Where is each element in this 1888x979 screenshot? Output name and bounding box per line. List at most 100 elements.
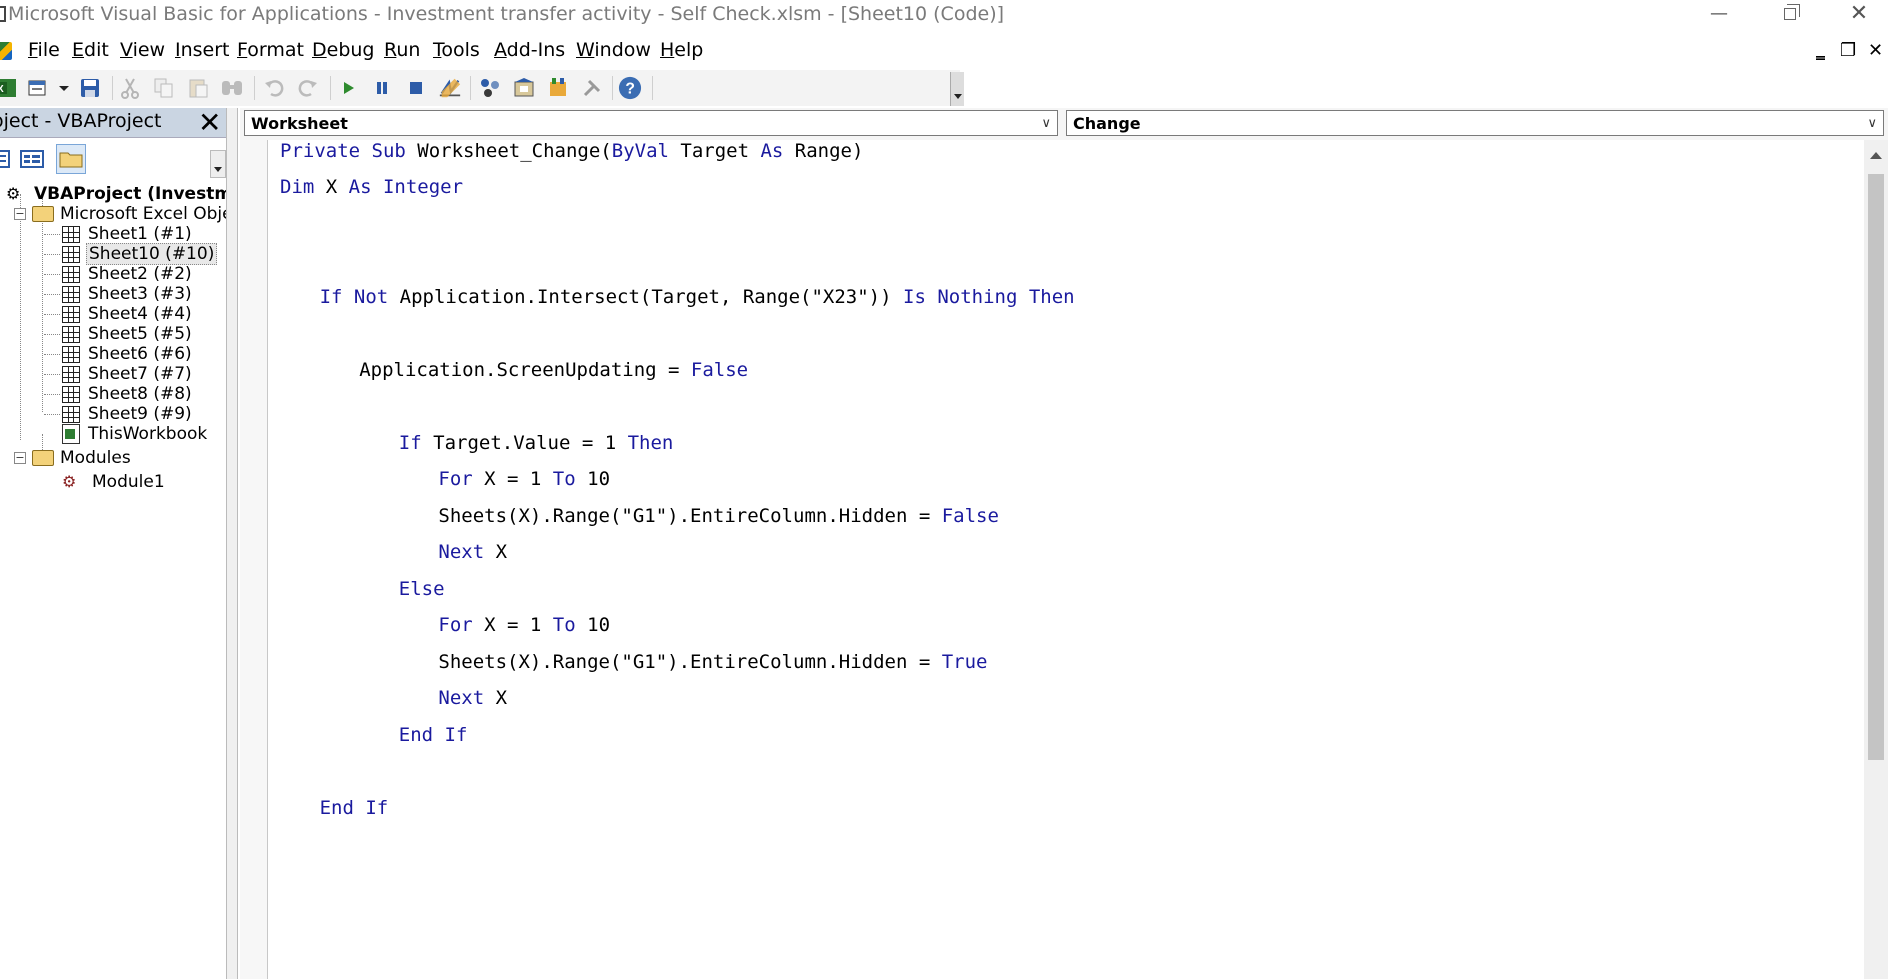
code-text: 10 xyxy=(575,468,611,490)
code-line[interactable]: Application.ScreenUpdating = False xyxy=(359,359,748,381)
worksheet-icon xyxy=(62,225,80,243)
run-icon[interactable] xyxy=(336,76,360,100)
menu-accelerator: E xyxy=(72,39,85,61)
menu-debug[interactable]: Debug xyxy=(312,39,375,61)
code-editor[interactable]: Private Sub Worksheet_Change(ByVal Targe… xyxy=(268,140,1864,979)
collapse-icon[interactable]: − xyxy=(14,452,26,464)
tree-item-modules[interactable]: − Modules xyxy=(14,446,133,470)
copy-icon[interactable] xyxy=(152,76,176,100)
folder-icon xyxy=(32,206,54,222)
code-line[interactable]: If Target.Value = 1 Then xyxy=(399,432,674,454)
menu-accelerator: R xyxy=(384,39,397,61)
excel-icon[interactable]: X xyxy=(0,76,18,100)
menu-tools[interactable]: Tools xyxy=(433,39,480,61)
paste-icon[interactable] xyxy=(186,76,210,100)
find-icon[interactable] xyxy=(220,76,244,100)
toggle-folders-button[interactable] xyxy=(56,144,86,174)
code-line[interactable]: Sheets(X).Range("G1").EntireColumn.Hidde… xyxy=(438,505,999,527)
close-icon: ✕ xyxy=(1849,1,1869,26)
tree-item-label: Sheet4 (#4) xyxy=(88,304,192,324)
code-text: X xyxy=(314,176,349,198)
project-explorer-title: oject - VBAProject xyxy=(0,110,162,132)
code-keyword: As xyxy=(760,140,784,162)
object-combo[interactable]: Worksheet ∨ xyxy=(244,110,1058,136)
code-line[interactable]: Next X xyxy=(438,541,507,563)
menu-insert[interactable]: Insert xyxy=(175,39,230,61)
code-margin-indicator-bar[interactable] xyxy=(240,140,268,979)
code-keyword: Next xyxy=(438,687,485,709)
code-text: X = 1 xyxy=(472,468,553,490)
pane-splitter[interactable] xyxy=(226,108,238,979)
code-line[interactable]: Private Sub Worksheet_Change(ByVal Targe… xyxy=(280,140,863,162)
view-object-button[interactable] xyxy=(18,144,48,174)
code-line[interactable]: For X = 1 To 10 xyxy=(438,468,610,490)
insert-userform-icon[interactable] xyxy=(26,76,50,100)
code-line[interactable]: End If xyxy=(320,797,389,819)
collapse-icon[interactable]: − xyxy=(14,208,26,220)
properties-window-icon[interactable] xyxy=(512,76,536,100)
project-explorer-icon[interactable] xyxy=(478,76,502,100)
minimize-button[interactable]: — xyxy=(1684,0,1754,30)
vba-system-menu-icon[interactable] xyxy=(0,42,12,60)
minimize-icon: — xyxy=(1710,3,1728,24)
mdi-restore-button[interactable]: ❐ xyxy=(1840,40,1856,61)
tree-item-thisworkbook[interactable]: ThisWorkbook xyxy=(62,422,209,446)
code-line[interactable]: End If xyxy=(399,724,468,746)
scroll-thumb[interactable] xyxy=(1868,174,1884,760)
scroll-up-icon[interactable] xyxy=(1870,152,1882,159)
menu-label-rest: ebug xyxy=(326,39,375,61)
code-keyword: If Not xyxy=(319,286,389,308)
close-button[interactable]: ✕ xyxy=(1824,0,1888,30)
design-mode-icon[interactable] xyxy=(438,76,462,100)
restore-icon xyxy=(1784,4,1800,20)
vbaproject-icon: ⚙ xyxy=(6,184,21,203)
svg-text:X: X xyxy=(0,84,4,95)
menu-accelerator: D xyxy=(312,39,327,61)
mdi-minimize-button[interactable]: ‗ xyxy=(1816,40,1825,61)
menu-edit[interactable]: Edit xyxy=(72,39,109,61)
menu-file[interactable]: File xyxy=(28,39,60,61)
code-line[interactable]: Dim X As Integer xyxy=(280,176,463,198)
code-line[interactable]: Next X xyxy=(438,687,507,709)
toolbar-options-grip[interactable] xyxy=(950,72,964,106)
tree-item-module1[interactable]: ⚙ Module1 xyxy=(62,470,167,494)
menu-view[interactable]: View xyxy=(120,39,165,61)
code-keyword: Private Sub xyxy=(280,140,406,162)
code-text: 10 xyxy=(575,614,611,636)
worksheet-icon xyxy=(62,285,80,303)
code-keyword: As Integer xyxy=(348,176,464,198)
code-line[interactable]: Sheets(X).Range("G1").EntireColumn.Hidde… xyxy=(438,651,987,673)
cut-icon[interactable] xyxy=(118,76,142,100)
redo-icon[interactable] xyxy=(296,76,320,100)
code-line[interactable]: For X = 1 To 10 xyxy=(438,614,610,636)
project-explorer-close-button[interactable]: ✕ xyxy=(198,106,221,139)
code-keyword: False xyxy=(690,359,749,381)
code-line[interactable]: Else xyxy=(399,578,445,600)
view-code-button[interactable] xyxy=(0,144,14,174)
undo-icon[interactable] xyxy=(262,76,286,100)
code-vertical-scrollbar[interactable] xyxy=(1864,140,1888,979)
code-keyword: ByVal xyxy=(611,140,669,162)
project-explorer-scroll-button[interactable] xyxy=(210,150,226,178)
reset-icon[interactable] xyxy=(404,76,428,100)
menu-format[interactable]: Format xyxy=(237,39,304,61)
break-icon[interactable] xyxy=(370,76,394,100)
code-keyword: Is Nothing Then xyxy=(903,286,1075,308)
project-tree: ⚙ VBAProject (Investmen − Microsoft Exce… xyxy=(0,180,226,979)
menu-help[interactable]: Help xyxy=(660,39,703,61)
menu-add-ins[interactable]: Add-Ins xyxy=(494,39,565,61)
code-line[interactable]: If Not Application.Intersect(Target, Ran… xyxy=(320,286,1075,308)
code-text: Application.ScreenUpdating = xyxy=(359,359,691,381)
object-browser-icon[interactable] xyxy=(546,76,570,100)
menu-run[interactable]: Run xyxy=(384,39,420,61)
menu-label-rest: dit xyxy=(84,39,109,61)
menu-window[interactable]: Window xyxy=(576,39,651,61)
save-icon[interactable] xyxy=(78,76,102,100)
procedure-combo[interactable]: Change ∨ xyxy=(1066,110,1884,136)
toolbox-icon[interactable] xyxy=(580,76,604,100)
menu-label-rest: ormat xyxy=(247,39,304,61)
help-icon[interactable]: ? xyxy=(618,76,642,100)
mdi-close-button[interactable]: ✕ xyxy=(1868,40,1883,61)
restore-button[interactable] xyxy=(1756,0,1826,30)
insert-dropdown-icon[interactable] xyxy=(52,76,76,100)
